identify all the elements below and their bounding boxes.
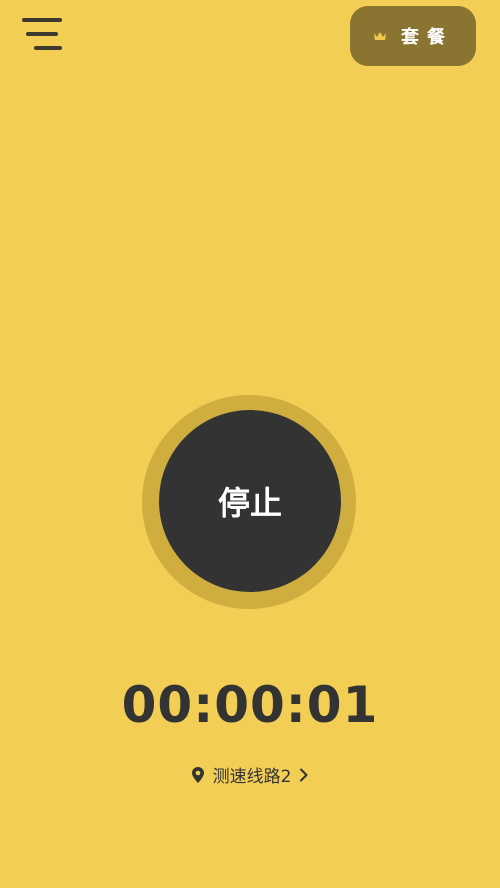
stop-label: 停止 (217, 484, 282, 522)
plan-button[interactable]: 套餐 (350, 6, 476, 66)
elapsed-timer: 00:00:01 (121, 676, 379, 734)
menu-button[interactable] (22, 18, 64, 52)
stop-button[interactable]: 停止 (159, 410, 341, 592)
app-screen: 套餐 停止 00:00:01 测速线路2 (0, 0, 500, 888)
chevron-right-icon (299, 768, 309, 782)
route-selector[interactable]: 测速线路2 (0, 762, 500, 787)
menu-icon-line (34, 46, 62, 50)
route-label: 测速线路2 (212, 767, 292, 787)
plan-label: 套餐 (401, 27, 453, 48)
menu-icon-line (26, 32, 58, 36)
menu-icon-line (22, 18, 62, 22)
location-pin-icon (191, 766, 205, 784)
crown-icon (373, 30, 387, 42)
